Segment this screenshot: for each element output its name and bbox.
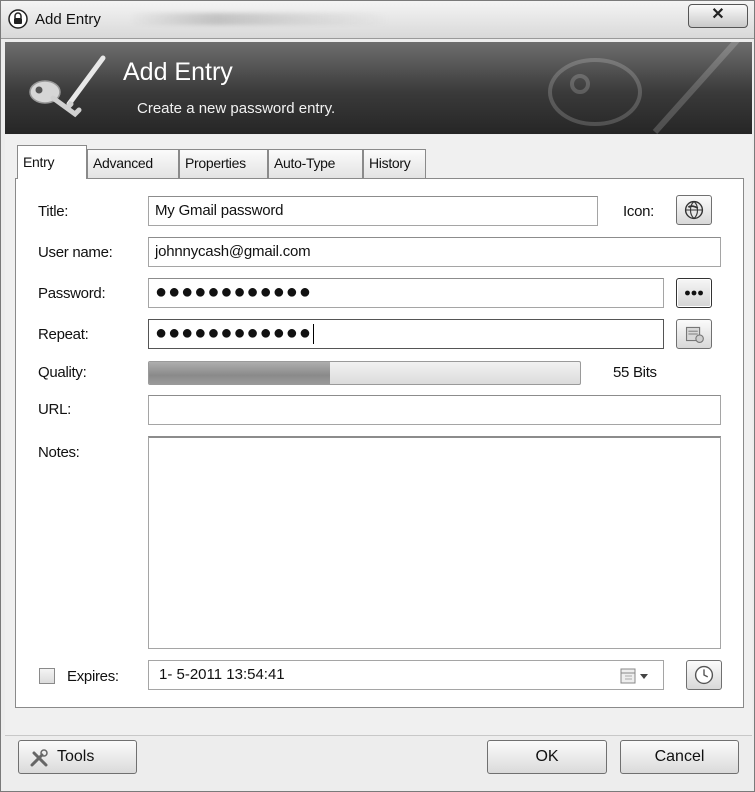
text-cursor [312,323,314,344]
quality-meter [148,361,581,385]
password-label: Password: [38,285,106,302]
expires-label: Expires: [67,668,119,685]
show-password-button[interactable] [676,278,712,308]
url-label: URL: [38,401,71,418]
footer-separator [5,735,752,736]
quality-bits-text: 55 Bits [613,364,657,381]
tools-button[interactable]: Tools [18,740,137,774]
add-entry-window: Add Entry ✕ Add Entry Create a new passw… [0,0,755,792]
expires-checkbox[interactable] [39,668,55,684]
cancel-button[interactable]: Cancel [620,740,739,774]
clock-icon [694,665,714,685]
globe-icon [684,200,704,220]
header-banner: Add Entry Create a new password entry. [5,42,752,134]
banner-subtitle: Create a new password entry. [137,100,336,117]
notes-textarea[interactable] [148,436,721,649]
password-generator-icon [685,326,704,343]
blurred-title-region [129,13,389,25]
repeat-label: Repeat: [38,326,89,343]
title-field[interactable]: My Gmail password [148,196,598,226]
ok-button[interactable]: OK [487,740,607,774]
tab-advanced[interactable]: Advanced [87,149,179,178]
icon-label: Icon: [623,203,655,220]
padlock-icon [8,9,28,29]
window-title: Add Entry [35,11,101,28]
repeat-password-field[interactable]: ●●●●●●●●●●●● [148,319,664,349]
username-label: User name: [38,244,113,261]
tools-icon [30,749,48,767]
tab-properties[interactable]: Properties [179,149,268,178]
expiry-date-picker[interactable]: 1- 5-2011 13:54:41 [148,660,664,690]
title-bar[interactable]: Add Entry ✕ [1,1,754,39]
username-field[interactable]: johnnycash@gmail.com [148,237,721,267]
banner-title: Add Entry [123,58,233,86]
keys-pen-icon [29,55,106,118]
dots-icon [685,290,703,296]
close-icon: ✕ [711,6,725,23]
icon-picker-button[interactable] [676,195,712,225]
tab-entry[interactable]: Entry [17,145,87,179]
password-field[interactable]: ●●●●●●●●●●●● [148,278,664,308]
url-field[interactable] [148,395,721,425]
title-label: Title: [38,203,69,220]
password-generator-button[interactable] [676,319,712,349]
tab-auto-type[interactable]: Auto-Type [268,149,363,178]
expiry-presets-button[interactable] [686,660,722,690]
quality-meter-fill [149,362,331,384]
calendar-icon[interactable] [619,667,657,685]
tab-history[interactable]: History [363,149,426,178]
quality-label: Quality: [38,364,87,381]
notes-label: Notes: [38,444,80,461]
watermark-keys-icon [548,42,740,134]
close-button[interactable]: ✕ [688,4,748,28]
